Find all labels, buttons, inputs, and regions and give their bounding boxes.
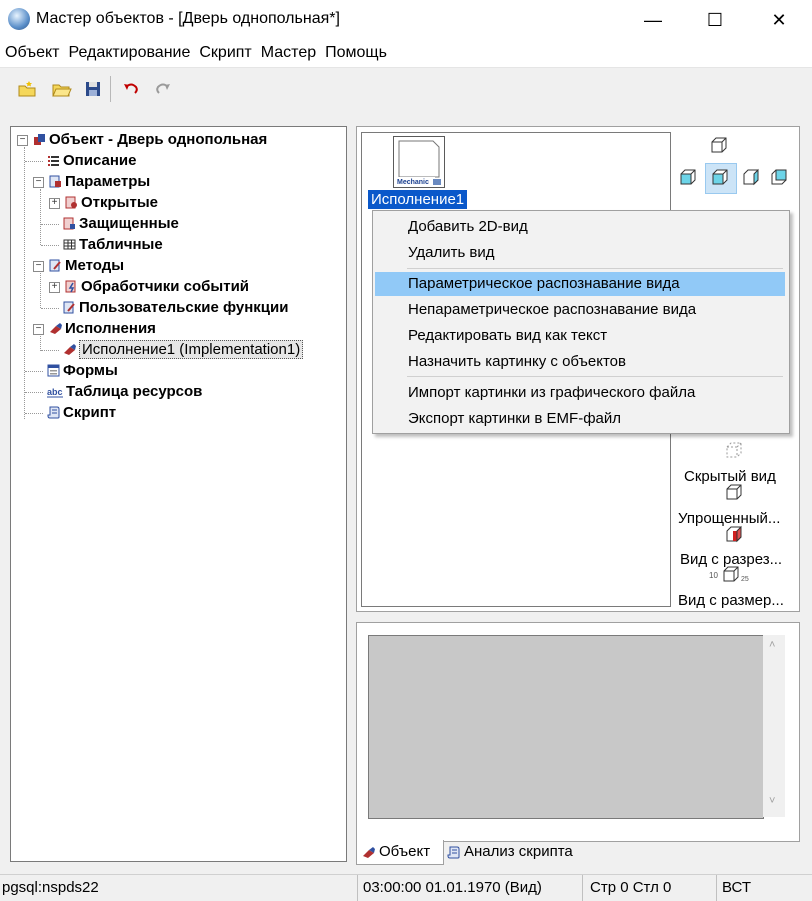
view-type-dimensions[interactable]: Вид с размер... <box>678 592 784 609</box>
minimize-button[interactable]: — <box>630 0 676 40</box>
scroll-down-icon[interactable]: ˅ <box>769 795 775 807</box>
object-tab-icon <box>363 847 375 858</box>
tab-object[interactable]: Объект <box>356 840 444 865</box>
cube-left-icon[interactable] <box>677 167 699 189</box>
object-tree[interactable]: − Объект - Дверь однопольная Описание − … <box>10 126 347 862</box>
tree-item-open[interactable]: + Открытые <box>49 193 158 213</box>
cube-front-icon[interactable] <box>709 167 731 189</box>
svg-text:abc: abc <box>47 387 63 397</box>
menu-help[interactable]: Помощь <box>320 40 391 62</box>
status-mode: ВСТ <box>722 879 752 896</box>
tree-item-protected[interactable]: Защищенные <box>63 214 179 234</box>
status-position: Стр 0 Стл 0 <box>590 879 672 896</box>
view-thumbnail-label[interactable]: Исполнение1 <box>368 190 468 209</box>
app-icon <box>8 8 30 30</box>
scroll-up-icon[interactable]: ˄ <box>769 639 775 651</box>
context-menu: Добавить 2D-вид Удалить вид Параметричес… <box>372 210 790 434</box>
tree-item-description[interactable]: Описание <box>47 151 136 171</box>
new-folder-icon[interactable] <box>16 78 38 100</box>
user-function-icon <box>63 300 76 314</box>
close-button[interactable]: ✕ <box>756 0 802 40</box>
tree-item-forms[interactable]: Формы <box>47 361 118 381</box>
tree-item-methods[interactable]: − Методы <box>33 256 124 276</box>
status-time: 03:00:00 01.01.1970 (Вид) <box>363 879 542 896</box>
maximize-button[interactable]: ☐ <box>692 0 738 40</box>
tree-item-implementations[interactable]: − Исполнения <box>33 319 156 339</box>
open-params-icon <box>65 195 78 209</box>
window-title: Мастер объектов - [Дверь однопольная*] <box>36 10 340 27</box>
tree-item-event-handlers[interactable]: + Обработчики событий <box>49 277 249 297</box>
tree-item-parameters[interactable]: − Параметры <box>33 172 150 192</box>
abc-icon: abc <box>47 384 63 398</box>
event-icon <box>65 279 78 293</box>
ctx-nonparametric-recognition[interactable]: Непараметрическое распознавание вида <box>375 298 785 322</box>
tree-item-resources[interactable]: abc Таблица ресурсов <box>47 382 202 402</box>
open-folder-icon[interactable] <box>50 78 72 100</box>
cube-dimensions-icon[interactable]: 10 25 <box>708 564 760 586</box>
save-icon[interactable] <box>82 78 104 100</box>
ctx-add-2d-view[interactable]: Добавить 2D-вид <box>375 215 785 239</box>
cube-top-icon[interactable] <box>708 135 730 157</box>
thumb-mechanic-text: Mechanic <box>397 179 429 186</box>
menu-edit[interactable]: Редактирование <box>63 40 194 62</box>
undo-icon[interactable] <box>120 78 142 100</box>
toolbar <box>0 68 812 108</box>
menu-script[interactable]: Скрипт <box>194 40 255 62</box>
form-icon <box>47 363 60 377</box>
table-icon <box>63 237 76 250</box>
ctx-delete-view[interactable]: Удалить вид <box>375 241 785 265</box>
ctx-separator <box>407 376 783 377</box>
toolbar-separator <box>110 76 111 102</box>
tree-item-user-functions[interactable]: Пользовательские функции <box>63 298 288 318</box>
ctx-assign-picture[interactable]: Назначить картинку с объектов <box>375 350 785 374</box>
cube-hidden-icon[interactable] <box>723 440 745 462</box>
script-editor[interactable] <box>368 635 764 819</box>
dim-text-25: 25 <box>741 576 749 583</box>
ctx-parametric-recognition[interactable]: Параметрическое распознавание вида <box>375 272 785 296</box>
methods-icon <box>49 258 62 272</box>
status-bar: pgsql:nspds22 03:00:00 01.01.1970 (Вид) … <box>0 874 812 901</box>
menu-wizard[interactable]: Мастер <box>256 40 320 62</box>
menu-bar: Объект Редактирование Скрипт Мастер Помощь <box>0 40 812 68</box>
redo-icon[interactable] <box>152 78 174 100</box>
protected-params-icon <box>63 216 76 230</box>
ctx-import-picture[interactable]: Импорт картинки из графического файла <box>375 381 785 405</box>
implementation-icon <box>63 342 76 355</box>
status-db: pgsql:nspds22 <box>2 879 99 896</box>
tree-item-implementation1[interactable]: Исполнение1 (Implementation1) <box>63 340 304 360</box>
title-bar: Мастер объектов - [Дверь однопольная*] —… <box>0 0 812 40</box>
tree-item-script[interactable]: Скрипт <box>47 403 116 423</box>
view-thumbnail[interactable]: Mechanic <box>393 136 445 188</box>
script-scrollbar[interactable]: ˄ ˅ <box>763 635 785 817</box>
dim-text-10: 10 <box>709 571 718 580</box>
cube-back-icon[interactable] <box>768 167 790 189</box>
script-icon <box>47 405 60 419</box>
cube-simplified-icon[interactable] <box>723 482 745 504</box>
cube-section-icon[interactable] <box>723 524 745 546</box>
tree-item-root[interactable]: − Объект - Дверь однопольная <box>17 130 267 150</box>
cube-right-icon[interactable] <box>740 167 762 189</box>
tab-script-analysis[interactable]: Анализ скрипта <box>442 840 577 864</box>
object-icon <box>33 132 46 145</box>
list-icon <box>47 153 60 166</box>
menu-object[interactable]: Объект <box>0 40 63 62</box>
ctx-edit-as-text[interactable]: Редактировать вид как текст <box>375 324 785 348</box>
parameters-icon <box>49 174 62 188</box>
ctx-export-emf[interactable]: Экспорт картинки в EMF-файл <box>375 407 785 431</box>
implementations-icon <box>49 321 62 334</box>
script-tab-icon <box>447 846 460 859</box>
ctx-separator <box>407 268 783 269</box>
tree-item-tabular[interactable]: Табличные <box>63 235 163 255</box>
